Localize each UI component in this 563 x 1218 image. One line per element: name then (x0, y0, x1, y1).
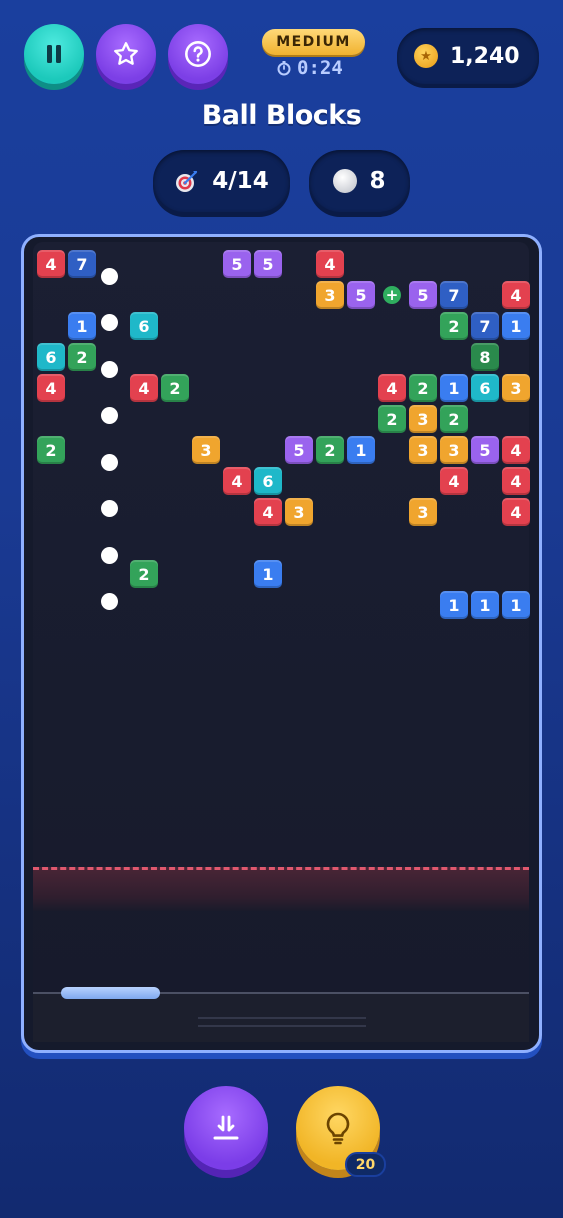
number-block: 1 (68, 312, 96, 340)
number-block: 3 (502, 374, 530, 402)
ball-icon (333, 169, 358, 193)
number-block: 8 (471, 343, 499, 371)
ball-count-value: 8 (369, 168, 386, 194)
number-block: 4 (502, 467, 530, 495)
number-block: 4 (37, 250, 65, 278)
number-block: 3 (409, 498, 437, 526)
ball (101, 267, 118, 285)
number-block: 6 (471, 374, 499, 402)
number-block: 3 (192, 436, 220, 464)
drop-button[interactable] (184, 1086, 268, 1170)
divider-line (198, 1025, 366, 1027)
number-block: 1 (347, 436, 375, 464)
star-icon (114, 42, 138, 65)
number-block: 7 (68, 250, 96, 278)
number-block: 5 (223, 250, 251, 278)
pause-icon (47, 45, 61, 63)
timer: 0:24 (276, 56, 356, 80)
number-block: 7 (471, 312, 499, 340)
number-block: 4 (254, 498, 282, 526)
coin-value: 1,240 (450, 43, 520, 69)
number-block: 5 (471, 436, 499, 464)
help-button[interactable] (168, 24, 228, 84)
number-block: 5 (347, 281, 375, 309)
coin-counter[interactable]: ★ 1,240 (397, 28, 539, 84)
number-block: 4 (37, 374, 65, 402)
ball (101, 453, 118, 471)
number-block: 5 (409, 281, 437, 309)
play-area[interactable]: 4755435574162716284424216323223521335446… (33, 242, 530, 1042)
lightbulb-icon (326, 1112, 350, 1145)
divider-line (198, 1017, 366, 1019)
ball (101, 360, 118, 378)
ball (101, 314, 118, 331)
number-block: 3 (285, 498, 313, 526)
number-block: 4 (378, 374, 406, 402)
number-block: 2 (378, 405, 406, 433)
number-block: 4 (316, 250, 344, 278)
question-icon (185, 41, 211, 67)
extra-ball-powerup: + (383, 286, 401, 304)
number-block: 4 (440, 467, 468, 495)
number-block: 1 (254, 560, 282, 588)
favorite-button[interactable] (96, 24, 156, 84)
coin-icon: ★ (414, 44, 438, 68)
paddle[interactable] (61, 987, 160, 999)
number-block: 4 (130, 374, 158, 402)
number-block: 3 (316, 281, 344, 309)
number-block: 1 (502, 312, 530, 340)
game-board[interactable]: 4755435574162716284424216323223521335446… (21, 234, 542, 1053)
number-block: 1 (502, 591, 530, 619)
number-block: 5 (254, 250, 282, 278)
number-block: 4 (223, 467, 251, 495)
danger-zone (33, 867, 529, 911)
ball (101, 407, 118, 424)
ball (101, 500, 118, 517)
number-block: 4 (502, 498, 530, 526)
level-value: 4/14 (212, 168, 269, 194)
number-block: 4 (502, 281, 530, 309)
number-block: 2 (37, 436, 65, 464)
ball-count: 8 (309, 150, 410, 212)
number-block: 2 (440, 312, 468, 340)
number-block: 2 (130, 560, 158, 588)
ball (101, 593, 118, 610)
number-block: 1 (440, 591, 468, 619)
number-block: 4 (502, 436, 530, 464)
number-block: 3 (409, 405, 437, 433)
number-block: 7 (440, 281, 468, 309)
number-block: 6 (254, 467, 282, 495)
pause-button[interactable] (24, 24, 84, 84)
number-block: 6 (37, 343, 65, 371)
number-block: 3 (440, 436, 468, 464)
number-block: 6 (130, 312, 158, 340)
number-block: 5 (285, 436, 313, 464)
number-block: 3 (409, 436, 437, 464)
number-block: 1 (471, 591, 499, 619)
hint-count-badge: 20 (345, 1152, 386, 1177)
number-block: 1 (440, 374, 468, 402)
number-block: 2 (68, 343, 96, 371)
ball (101, 546, 118, 564)
number-block: 2 (316, 436, 344, 464)
stopwatch-icon (277, 61, 291, 76)
number-block: 2 (409, 374, 437, 402)
difficulty-badge: MEDIUM (262, 29, 365, 55)
drop-down-icon (213, 1115, 239, 1140)
target-icon (176, 170, 198, 192)
page-title: Ball Blocks (201, 100, 362, 131)
danger-line (33, 867, 529, 870)
level-progress: 4/14 (153, 150, 290, 212)
number-block: 2 (440, 405, 468, 433)
number-block: 2 (161, 374, 189, 402)
timer-value: 0:24 (297, 57, 343, 79)
